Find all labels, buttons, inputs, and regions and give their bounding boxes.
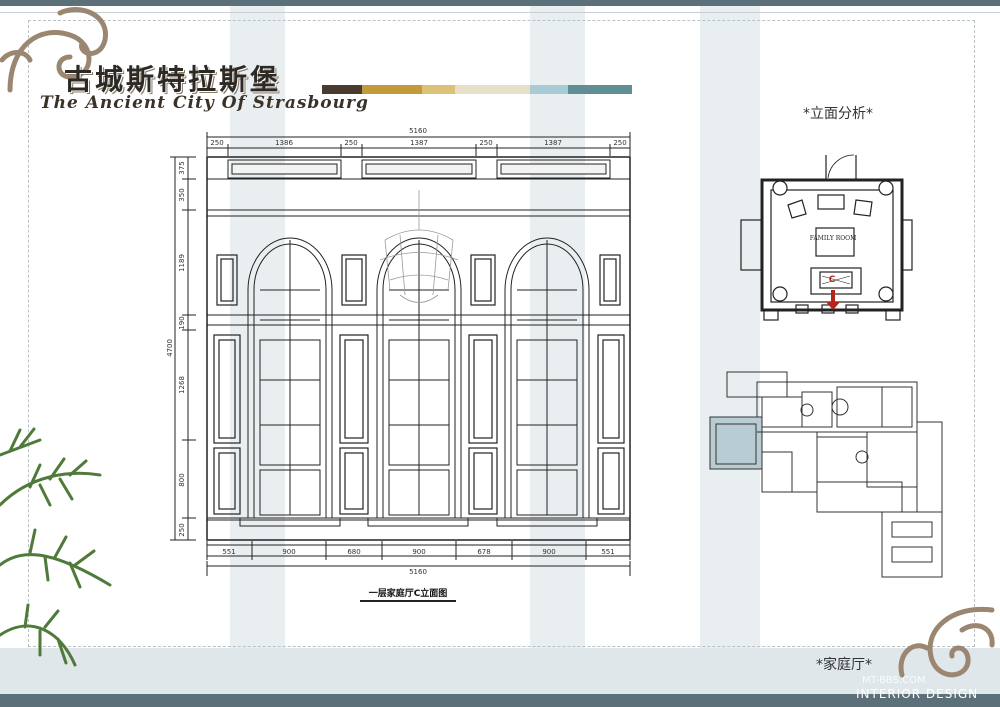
elevation-drawing: 5160 250 1386 250 1387 250 1387 250 551 … [166,127,631,602]
top-dim: 250 [613,139,626,147]
left-dim: 375 [178,161,186,174]
bottom-dim: 900 [412,548,425,556]
page-title: 古城斯特拉斯堡 [64,63,282,96]
drawing-caption: 一层家庭厅C立面图 [369,587,448,599]
bottom-total-dim: 5160 [409,568,427,576]
section-label-elevation-analysis: *立面分析* [803,106,873,122]
top-dim: 1387 [410,139,428,147]
bottom-dim: 678 [477,548,490,556]
color-palette [322,85,632,94]
top-dim: 1387 [544,139,562,147]
left-dim: 1268 [178,376,186,394]
palette-swatch [362,85,422,94]
top-total-dim: 5160 [409,127,427,135]
bottom-dim: 900 [542,548,555,556]
bottom-dim: 551 [222,548,235,556]
top-dim: 1386 [275,139,293,147]
left-total-dim: 4700 [166,339,174,357]
top-dim: 250 [479,139,492,147]
bottom-dim: 900 [282,548,295,556]
palm-leaves-decoration [0,427,112,667]
view-arrow-icon [826,290,840,310]
palette-swatch [568,85,632,94]
palette-swatch [422,85,455,94]
left-dim: 800 [178,473,186,486]
watermark-site: MT-BBS.COM [862,675,926,686]
view-marker: C [829,275,836,285]
left-dim: 250 [178,523,186,536]
left-dim: 1189 [178,254,186,272]
keyplan-room-label: FAMILY ROOM [810,235,856,242]
top-dim: 250 [210,139,223,147]
key-plan: FAMILY ROOM C [740,154,913,321]
page-subtitle: The Ancient City Of Strasbourg [40,93,369,113]
top-dim: 250 [344,139,357,147]
floor-plan [709,371,943,578]
bottom-dim: 680 [347,548,360,556]
section-label-room-name: *家庭厅* [816,657,872,673]
top-rule [0,12,1000,13]
palette-swatch [530,85,568,94]
top-bar [0,0,1000,6]
palette-swatch [455,85,530,94]
left-dim: 350 [178,188,186,201]
bottom-dim: 551 [601,548,614,556]
watermark-brand: INTERIOR DESIGN [856,687,979,701]
left-dim: 190 [178,316,186,329]
bottom-bar [0,694,1000,707]
palette-swatch [322,85,362,94]
